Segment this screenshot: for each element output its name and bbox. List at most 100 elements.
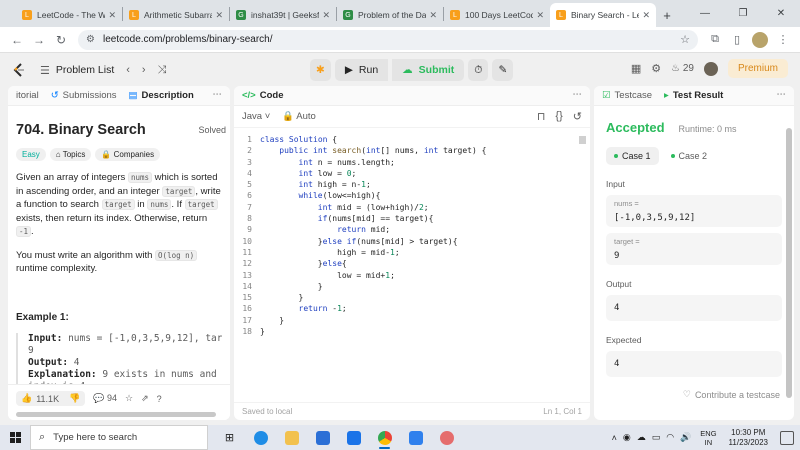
browser-tab[interactable]: L Binary Search - Le ✕ <box>550 3 656 27</box>
tab-close-icon[interactable]: ✕ <box>536 10 544 21</box>
auto-mode[interactable]: 🔒 Auto <box>282 111 316 122</box>
code-line[interactable]: 2 public int search(int[] nums, int targ… <box>234 145 590 156</box>
taskbar-search-input[interactable]: ⌕ Type here to search <box>30 425 208 450</box>
code-line[interactable]: 9 return mid; <box>234 224 590 235</box>
task-view-icon[interactable]: ⊞ <box>214 425 245 450</box>
wifi-icon[interactable]: ◠ <box>666 432 674 443</box>
code-line[interactable]: 14 } <box>234 281 590 292</box>
browser-tab[interactable]: Ginshat39t | Geeksf ✕ <box>230 3 336 27</box>
tab-editorial[interactable]: itorial <box>16 90 39 101</box>
reset-code-icon[interactable]: ↺ <box>573 110 582 123</box>
code-line[interactable]: 1 class Solution { <box>234 134 590 145</box>
browser-tab[interactable]: L 100 Days LeetCod ✕ <box>444 3 550 27</box>
editor-scrollbar[interactable] <box>579 136 586 144</box>
tab-close-icon[interactable]: ✕ <box>429 10 437 21</box>
tab-close-icon[interactable]: ✕ <box>215 10 223 21</box>
restore-icon[interactable]: ❐ <box>724 0 762 27</box>
timer-button[interactable]: ⏱ <box>468 59 489 81</box>
tab-close-icon[interactable]: ✕ <box>322 10 330 21</box>
submit-button[interactable]: ☁ Submit <box>392 59 465 81</box>
bookmark-star-icon[interactable]: ☆ <box>680 33 690 46</box>
language-select[interactable]: Java ˅ <box>242 111 270 122</box>
prev-problem-icon[interactable]: ‹ <box>126 64 130 76</box>
browser-tab[interactable]: G Problem of the Da ✕ <box>337 3 443 27</box>
code-line[interactable]: 8 if(nums[mid] == target){ <box>234 213 590 224</box>
chevron-up-icon[interactable]: ˄ <box>612 433 617 443</box>
code-line[interactable]: 7 int mid = (low+high)/2; <box>234 202 590 213</box>
browser-tab[interactable]: L Arithmetic Subarra ✕ <box>123 3 229 27</box>
more-icon[interactable]: ⋯ <box>573 89 583 100</box>
chrome-icon[interactable] <box>369 425 400 450</box>
code-line[interactable]: 17 } <box>234 315 590 326</box>
clock[interactable]: 10:30 PM 11/23/2023 <box>729 428 768 448</box>
new-tab-button[interactable]: + <box>656 3 678 27</box>
more-icon[interactable]: ⋯ <box>777 89 787 100</box>
store-icon[interactable] <box>307 425 338 450</box>
run-button[interactable]: ▶ Run <box>334 59 389 81</box>
comments-button[interactable]: 💬 94 <box>93 393 117 404</box>
sidebar-icon[interactable]: ▯ <box>726 33 748 46</box>
tab-description[interactable]: ▤ Description <box>129 90 194 101</box>
start-button[interactable] <box>0 432 30 443</box>
thumbs-down-icon[interactable]: 👎 <box>69 393 80 404</box>
code-line[interactable]: 13 low = mid+1; <box>234 270 590 281</box>
result-scrollbar[interactable] <box>786 128 792 398</box>
user-avatar[interactable] <box>703 61 718 76</box>
minimize-icon[interactable]: — <box>686 0 724 27</box>
horizontal-scrollbar[interactable] <box>16 412 216 417</box>
code-line[interactable]: 5 int high = n-1; <box>234 179 590 190</box>
debug-button[interactable]: ✱ <box>310 59 331 81</box>
file-explorer-icon[interactable] <box>276 425 307 450</box>
url-input[interactable]: ⚙ leetcode.com/problems/binary-search/ ☆ <box>78 29 698 50</box>
tab-close-icon[interactable]: ✕ <box>108 10 116 21</box>
bookmark-icon[interactable]: ⊓ <box>537 110 546 123</box>
extensions-icon[interactable]: ⧉ <box>704 33 726 46</box>
code-editor[interactable]: 1 class Solution {2 public int search(int… <box>234 128 590 337</box>
code-line[interactable]: 10 }else if(nums[mid] > target){ <box>234 236 590 247</box>
profile-avatar[interactable] <box>752 31 768 48</box>
cloud-icon[interactable]: ☁ <box>637 432 646 443</box>
problem-list-link[interactable]: ☰ Problem List <box>40 64 114 77</box>
like-button[interactable]: 👍 11.1K 👎 <box>16 391 86 406</box>
battery-icon[interactable]: ▭ <box>652 432 661 443</box>
topics-chip[interactable]: ⌂ Topics <box>49 148 92 161</box>
input-language[interactable]: ENG IN <box>700 429 716 447</box>
vscode-icon[interactable] <box>400 425 431 450</box>
record-icon[interactable]: ◉ <box>623 432 631 443</box>
code-line[interactable]: 18} <box>234 326 590 337</box>
leetcode-logo-icon[interactable] <box>12 63 26 77</box>
code-line[interactable]: 15 } <box>234 292 590 303</box>
companies-chip[interactable]: 🔒 Companies <box>95 148 161 161</box>
tab-submissions[interactable]: ↺ Submissions <box>51 90 117 101</box>
contribute-testcase-link[interactable]: ♡ Contribute a testcase <box>683 389 780 400</box>
code-line[interactable]: 4 int low = 0; <box>234 168 590 179</box>
favorite-star-icon[interactable]: ☆ <box>125 393 133 404</box>
layout-icon[interactable]: ▦ <box>631 62 641 75</box>
code-line[interactable]: 11 high = mid-1; <box>234 247 590 258</box>
streak-counter[interactable]: ♨ 29 <box>671 63 694 74</box>
tab-code[interactable]: </> Code <box>242 90 284 101</box>
more-icon[interactable]: ⋯ <box>213 89 223 100</box>
shuffle-icon[interactable]: ⤨ <box>158 64 167 77</box>
code-line[interactable]: 16 return -1; <box>234 303 590 314</box>
browser-menu-icon[interactable]: ⋮ <box>772 33 794 46</box>
case-1-tab[interactable]: Case 1 <box>606 147 659 165</box>
share-icon[interactable]: ⇗ <box>141 393 149 404</box>
volume-icon[interactable]: 🔊 <box>680 432 691 443</box>
back-icon[interactable]: ← <box>6 33 28 47</box>
code-line[interactable]: 12 }else{ <box>234 258 590 269</box>
site-info-icon[interactable]: ⚙ <box>86 34 95 45</box>
next-problem-icon[interactable]: › <box>142 64 146 76</box>
problem-title[interactable]: 704. Binary Search <box>16 122 222 138</box>
edge-icon[interactable] <box>245 425 276 450</box>
tab-testcase[interactable]: ☑ Testcase <box>602 90 652 101</box>
tab-test-result[interactable]: ▸ Test Result <box>664 90 723 101</box>
format-braces-icon[interactable]: {} <box>555 110 562 123</box>
code-line[interactable]: 3 int n = nums.length; <box>234 157 590 168</box>
browser-tab[interactable]: L LeetCode - The Wo ✕ <box>16 3 122 27</box>
notifications-icon[interactable] <box>780 430 794 445</box>
premium-button[interactable]: Premium <box>727 59 788 78</box>
reload-icon[interactable]: ↻ <box>50 33 72 47</box>
case-2-tab[interactable]: Case 2 <box>663 147 716 165</box>
tab-close-icon[interactable]: ✕ <box>642 10 650 21</box>
